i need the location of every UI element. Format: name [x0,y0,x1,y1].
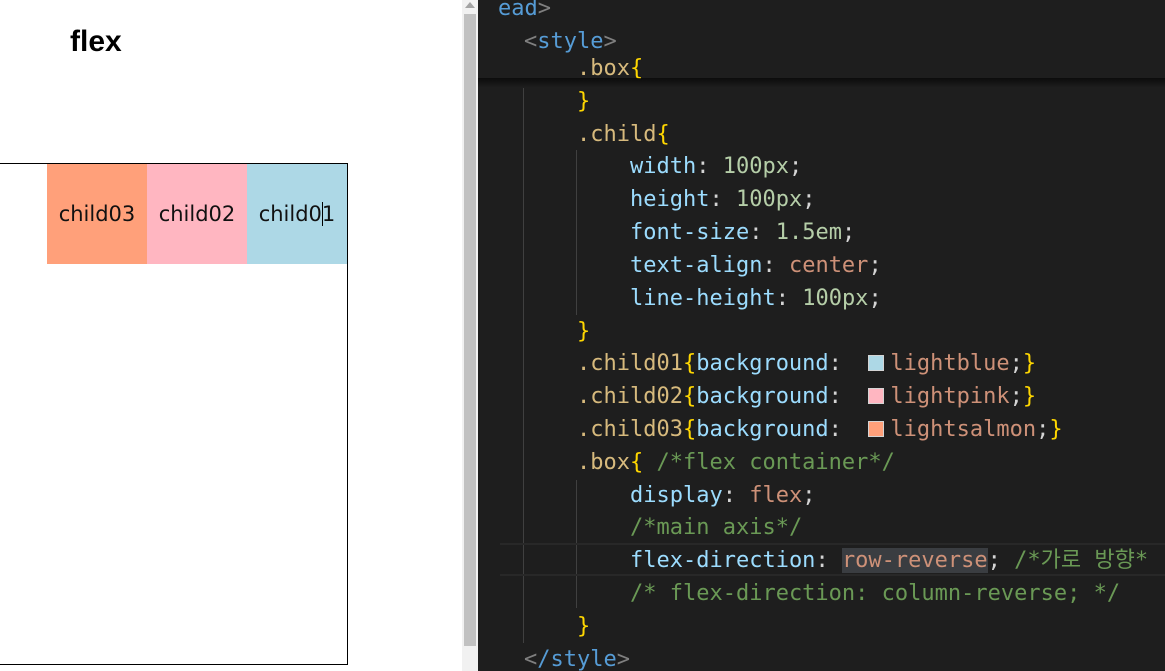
scroll-up-arrow-icon[interactable] [465,2,475,8]
child03-box: child03 [47,164,147,264]
flex-container-box: child01 child02 child03 [0,163,348,665]
browser-preview: flex child01 child02 child03 [0,0,462,671]
code-line-child-open: .child{ [577,122,670,147]
code-line-display: display: flex; [630,483,816,508]
code-line-child03: .child03{background: lightsalmon;} [577,417,1063,442]
indent-guide [576,150,577,315]
child02-box: child02 [147,164,247,264]
code-line-box-close: } [577,89,591,114]
code-line-line-height: line-height: 100px; [630,286,882,311]
code-line-child02: .child02{background: lightpink;} [577,384,1037,409]
code-line-height: height: 100px; [630,187,816,212]
code-line-font-size: font-size: 1.5em; [630,220,856,245]
selected-value[interactable]: row-reverse [841,548,988,573]
code-line-box2-close: } [577,614,591,639]
child01-label-end: 1 [321,202,336,226]
child01-label-start: child0 [258,202,322,226]
color-swatch-icon[interactable] [868,421,885,437]
code-line-style-close: </style> [524,647,630,671]
code-editor[interactable]: ead> <style> .box{ } .child{ width: 100p… [478,0,1165,671]
code-line-flex-direction: flex-direction: row-reverse; /*가로 방향* [630,548,1149,573]
code-line-child-close: } [577,319,591,344]
code-line-head-close: ead> [498,0,551,21]
child01-box: child01 [247,164,347,264]
code-line-box2-open: .box{ /*flex container*/ [577,450,895,475]
color-swatch-icon[interactable] [868,355,885,371]
code-line-width: width: 100px; [630,154,803,179]
code-line-text-align: text-align: center; [630,253,882,278]
code-line-child01: .child01{background: lightblue;} [577,351,1037,376]
code-line-flex-direction-alt: /* flex-direction: column-reverse; */ [630,581,1121,606]
preview-scrollbar-thumb[interactable] [464,14,476,646]
color-swatch-icon[interactable] [868,388,885,404]
page-heading: flex [70,25,122,58]
code-line-main-axis-comment: /*main axis*/ [630,515,803,540]
